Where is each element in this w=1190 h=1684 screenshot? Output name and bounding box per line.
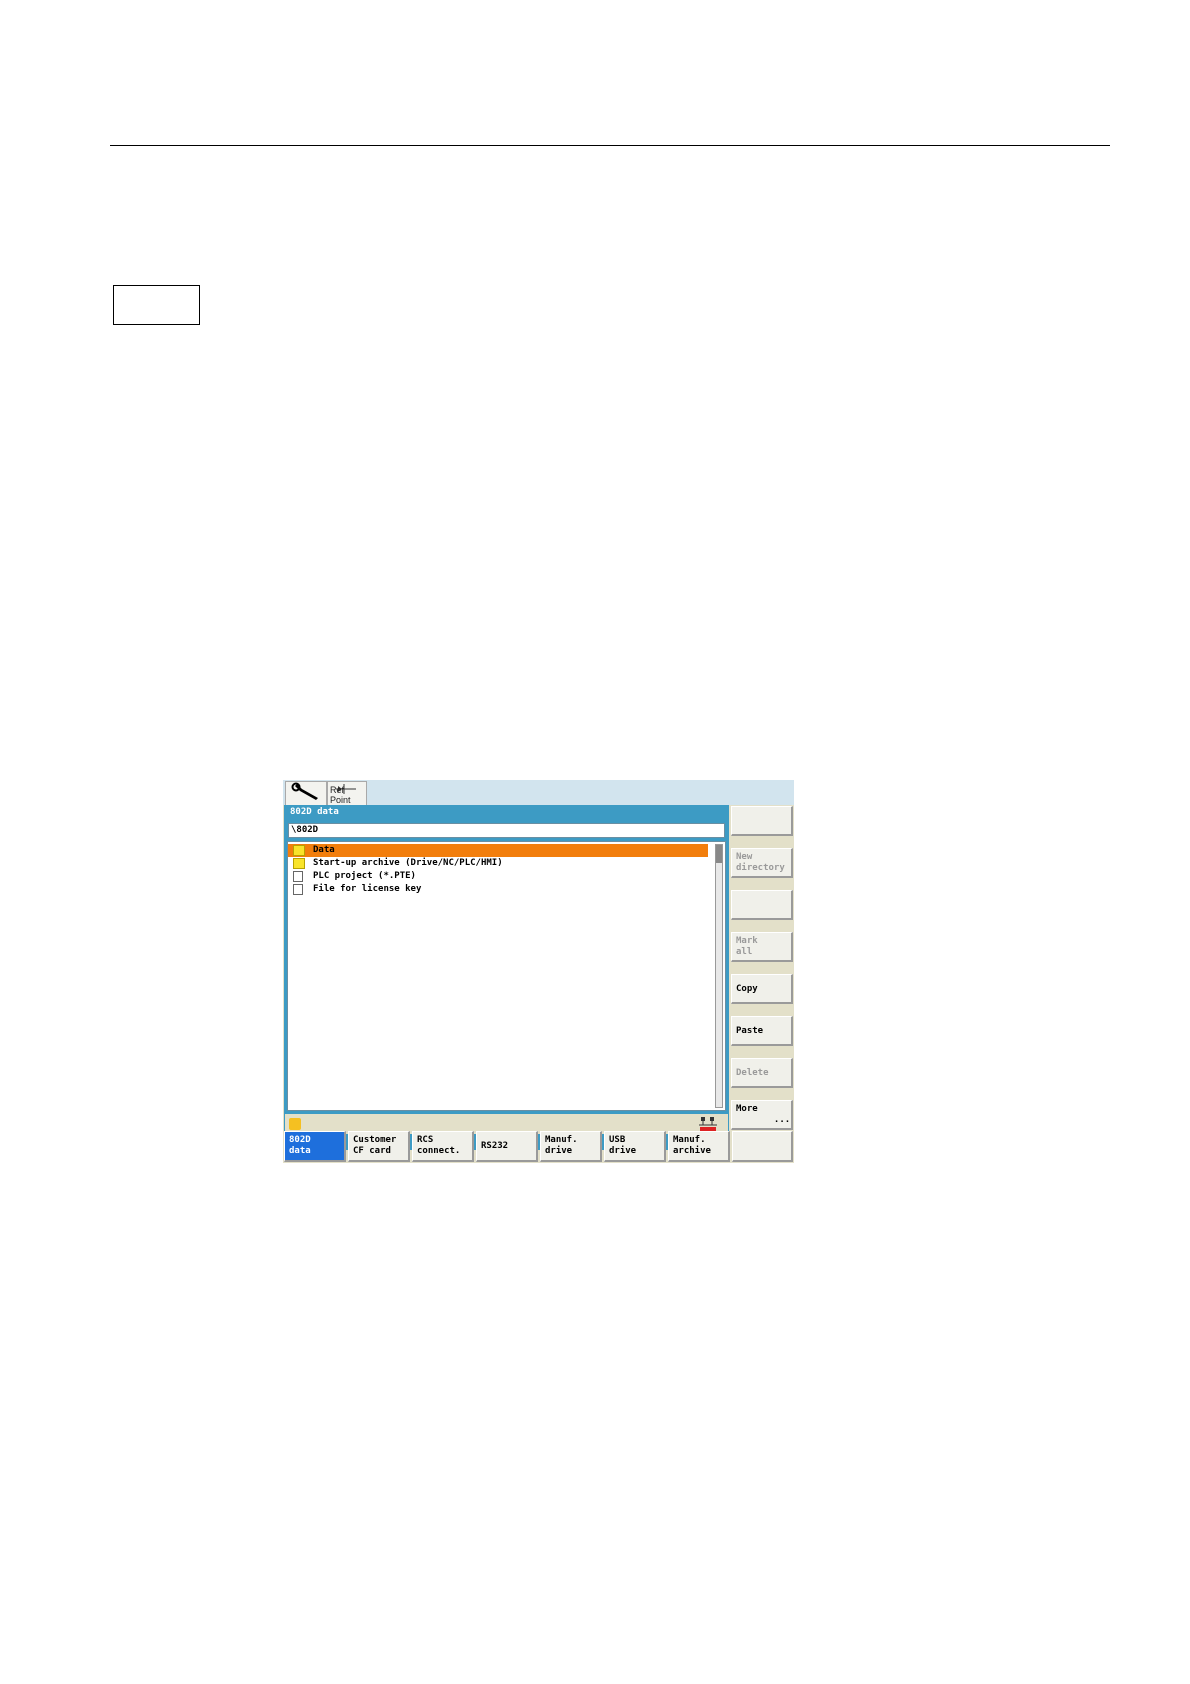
softkey-manuf-archive[interactable]: Manuf. archive xyxy=(668,1131,730,1162)
scrollbar[interactable] xyxy=(715,844,723,1108)
list-item-label: Start-up archive (Drive/NC/PLC/HMI) xyxy=(313,858,503,868)
list-item[interactable]: PLC project (*.PTE) xyxy=(288,870,708,883)
network-icon xyxy=(699,1117,717,1131)
top-tab-bar: Ref Point xyxy=(283,780,794,805)
softkey-customer-cf-card[interactable]: Customer CF card xyxy=(348,1131,410,1162)
list-item-label: PLC project (*.PTE) xyxy=(313,871,416,881)
hmi-screen: Ref Point 802D data \802D Data Start-up … xyxy=(283,780,794,1163)
softkey-rs232[interactable]: RS232 xyxy=(476,1131,538,1162)
softkey-usb-drive[interactable]: USB drive xyxy=(604,1131,666,1162)
softkey-manuf-drive[interactable]: Manuf. drive xyxy=(540,1131,602,1162)
path-field: \802D xyxy=(288,823,725,838)
header-rule xyxy=(110,145,1110,146)
file-icon xyxy=(293,871,303,882)
file-list: Data Start-up archive (Drive/NC/PLC/HMI)… xyxy=(287,841,726,1111)
copy-button[interactable]: Copy xyxy=(731,974,793,1004)
list-item[interactable]: Start-up archive (Drive/NC/PLC/HMI) xyxy=(288,857,708,870)
file-window: 802D data \802D Data Start-up archive (D… xyxy=(284,805,729,1150)
file-icon xyxy=(293,884,303,895)
folder-icon xyxy=(293,845,305,856)
tab-ref-point[interactable]: Ref Point xyxy=(327,781,367,805)
wrench-icon xyxy=(291,782,318,800)
list-item-label: Data xyxy=(313,845,335,855)
vertical-softkey-1[interactable] xyxy=(731,806,793,836)
list-item[interactable]: File for license key xyxy=(288,883,708,896)
folder-icon xyxy=(293,858,305,869)
alarm-icon xyxy=(289,1118,301,1130)
new-directory-button[interactable]: New directory xyxy=(731,848,793,878)
list-item[interactable]: Data xyxy=(288,844,708,857)
list-item-label: File for license key xyxy=(313,884,422,894)
softkey-802d-data[interactable]: 802D data xyxy=(284,1131,346,1162)
softkey-empty[interactable] xyxy=(732,1131,793,1162)
scrollbar-thumb[interactable] xyxy=(716,845,722,863)
mark-all-button[interactable]: Mark all xyxy=(731,932,793,962)
more-button[interactable]: More ... xyxy=(731,1100,793,1130)
empty-frame xyxy=(113,285,200,325)
ref-point-label: Ref Point xyxy=(330,785,351,805)
tab-system[interactable] xyxy=(285,781,327,805)
delete-button[interactable]: Delete xyxy=(731,1058,793,1088)
softkey-rcs-connect[interactable]: RCS connect. xyxy=(412,1131,474,1162)
paste-button[interactable]: Paste xyxy=(731,1016,793,1046)
window-title: 802D data xyxy=(290,807,339,817)
vertical-softkey-3[interactable] xyxy=(731,890,793,920)
